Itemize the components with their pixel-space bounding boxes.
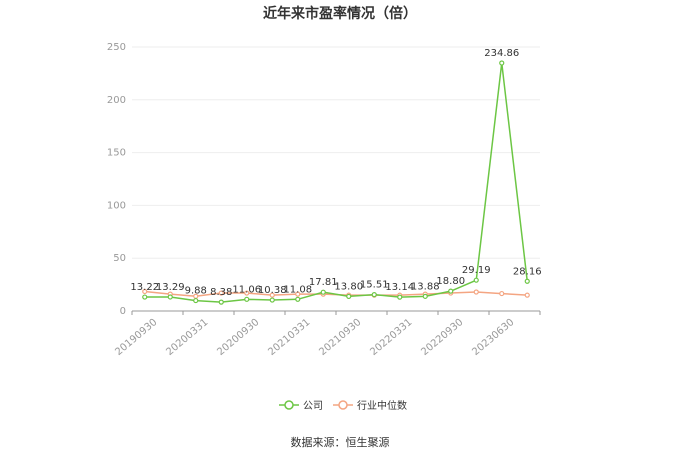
company-data-label: 13.29 [156,282,185,293]
company-data-label: 9.88 [185,286,207,297]
legend-marker [338,400,348,410]
company-point [448,288,454,294]
x-tick-label: 20220331 [368,317,414,358]
data-labels: 13.2213.29 9.88 8.38 11.0610.3811.0817.8113… [130,48,541,298]
company-data-label: 13.88 [411,281,440,292]
company-data-label: 13.22 [130,282,159,293]
x-tick-label: 20200930 [215,317,261,358]
company-point [524,278,530,284]
x-tick-label: 20190930 [113,317,159,358]
company-data-label: 15.51 [360,280,389,291]
company-point [218,299,224,305]
legend-marker [284,400,294,410]
company-point [167,294,173,300]
company-point [193,297,199,304]
legend-company[interactable]: 公司 [279,400,323,412]
company-point [320,289,326,295]
y-tick-label: 200 [107,95,126,106]
company-point [142,294,148,300]
company-point [473,277,479,283]
legend[interactable]: 公司 行业中位数 [279,399,407,412]
company-point [499,60,505,66]
x-tick-label: 20210930 [317,317,363,358]
company-data-label: 10.38 [258,285,287,296]
company-point [295,296,301,302]
company-point [269,297,275,303]
pe-ratio-chart: 近年来市盈率情况（倍） 050100150200250 20190930 2020… [107,5,542,449]
grid [132,46,540,259]
y-tick-label: 0 [120,306,126,317]
company-data-label: 13.80 [334,281,363,292]
y-tick-label: 150 [107,148,126,159]
y-tick-label: 50 [113,253,126,264]
y-axis: 0 50 100 150 200 250 [107,42,126,317]
industry-median-point [473,289,479,295]
company-data-label: 11.08 [283,284,312,295]
y-tick-label: 100 [107,200,126,211]
company-data-label: 13.14 [385,282,414,293]
legend-label: 公司 [303,401,323,412]
industry-median-point [499,290,505,297]
company-data-label: 29.19 [462,265,491,276]
data-source: 数据来源：恒生聚源 [291,435,390,449]
company-data-label: 234.86 [484,48,519,59]
legend-industry-median[interactable]: 行业中位数 [333,399,407,412]
x-axis: 20190930 20200331 20200930 20210331 20210930… [113,310,541,358]
chart-title: 近年来市盈率情况（倍） [263,5,417,22]
company-data-label: 17.81 [309,277,338,288]
company-data-label: 28.16 [513,266,542,277]
company-data-label: 18.80 [436,276,465,287]
company-data-label: 11.06 [232,284,261,295]
y-tick-label: 250 [107,42,126,53]
company-point [371,292,377,298]
company-point [346,293,352,300]
legend-label: 行业中位数 [357,399,407,412]
x-tick-label: 20210331 [266,317,312,358]
company-point [397,294,403,300]
industry-median-point [524,292,530,298]
x-tick-label: 20220930 [419,317,465,358]
company-point [244,296,250,302]
x-tick-label: 20230630 [470,317,516,358]
company-point [422,293,428,299]
x-tick-label: 20200331 [164,317,210,358]
company-data-label: 8.38 [210,287,232,298]
